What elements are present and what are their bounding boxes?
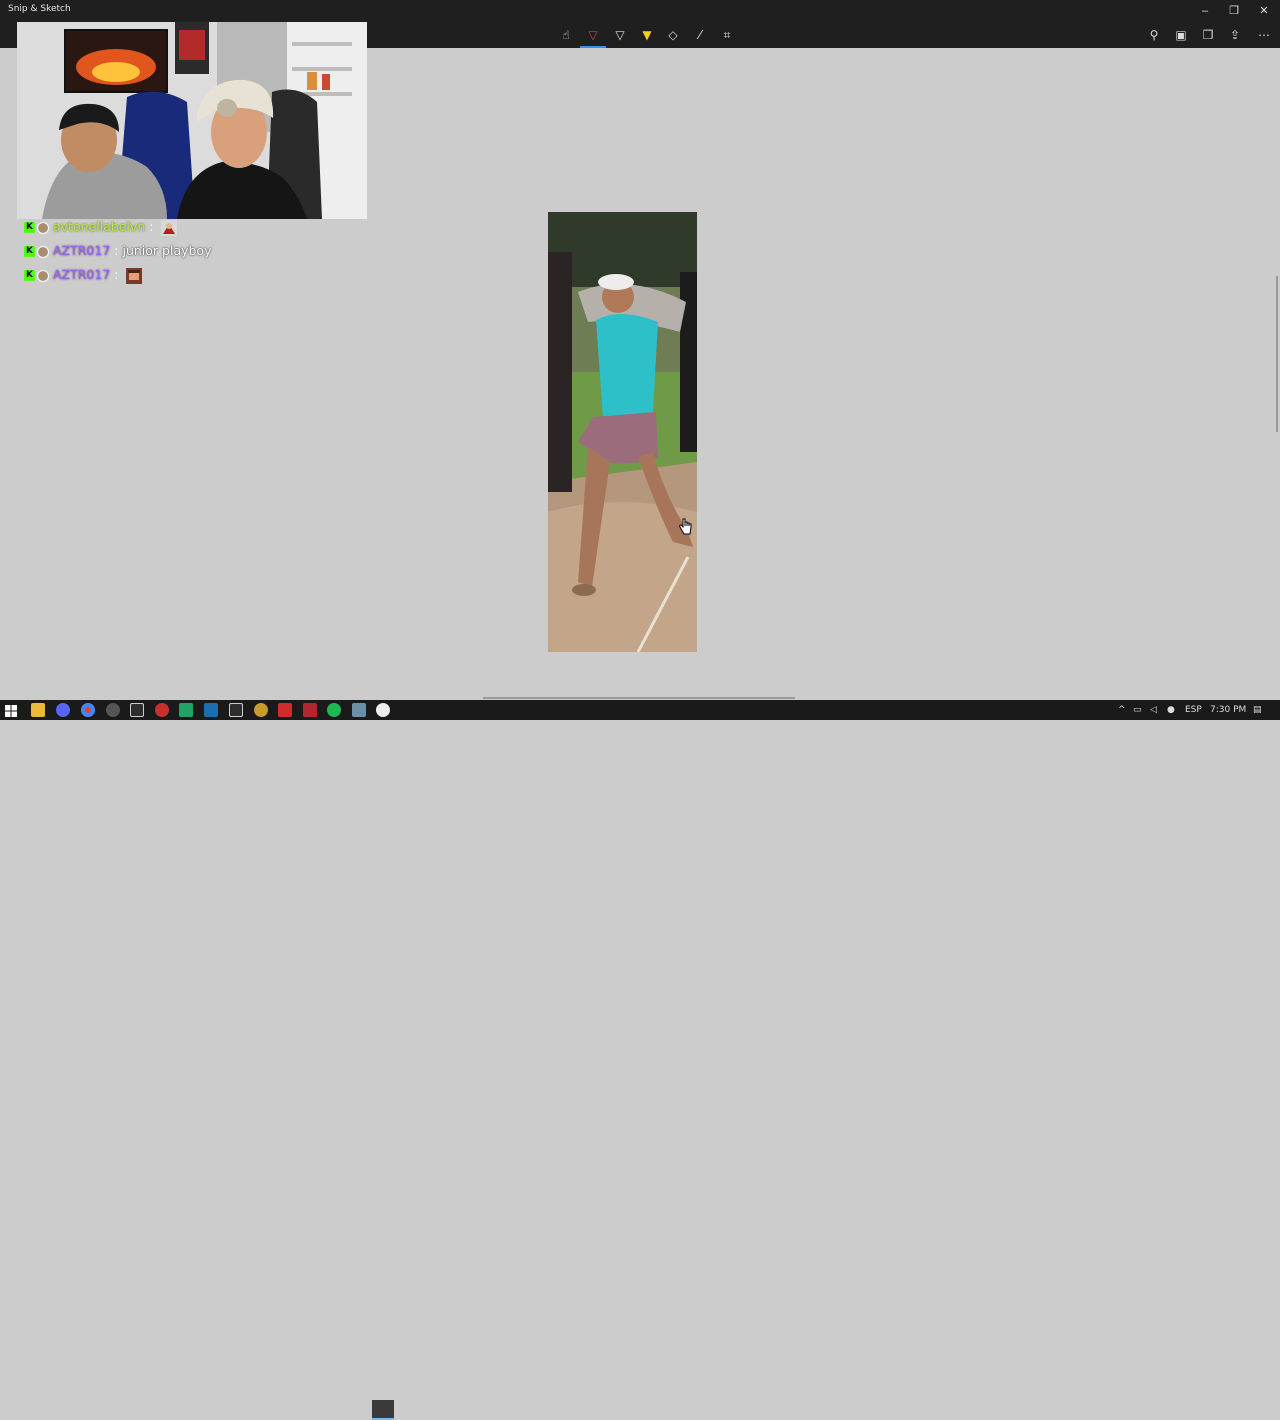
chrome-icon[interactable]	[81, 703, 95, 717]
kick-badge-icon: K	[24, 222, 35, 233]
avatar-badge-icon	[37, 269, 49, 282]
network-icon[interactable]: ▭	[1133, 703, 1142, 717]
chat-username: AZTR017	[53, 243, 111, 258]
video-image	[548, 212, 697, 652]
steam-icon[interactable]	[204, 703, 218, 717]
webcam-image	[17, 22, 367, 219]
notifications-icon[interactable]: ▤	[1253, 703, 1262, 717]
restore-button[interactable]: ❐	[1219, 0, 1249, 22]
ruler-icon[interactable]: ⁄	[691, 27, 709, 43]
more-icon[interactable]: ⋯	[1255, 27, 1273, 43]
chat-message: K AZTR017 : junior playboy	[24, 243, 324, 267]
settings-gear-icon[interactable]	[106, 703, 120, 717]
emote-icon	[161, 219, 178, 236]
close-button[interactable]: ✕	[1249, 0, 1279, 22]
share-icon[interactable]: ⇪	[1226, 27, 1244, 43]
chat-text: junior playboy	[122, 243, 212, 258]
spotify-icon[interactable]	[327, 703, 341, 717]
app-window-icon[interactable]	[130, 703, 144, 717]
save-icon[interactable]: ▣	[1172, 27, 1190, 43]
ballpoint-pen-icon[interactable]: ▽	[580, 27, 606, 48]
microphone-icon[interactable]: ●	[1167, 703, 1175, 717]
media-icon[interactable]	[278, 703, 292, 717]
highlighter-icon[interactable]: ▼	[638, 27, 656, 43]
kick-badge-icon: K	[24, 246, 35, 257]
active-app-indicator[interactable]	[372, 1400, 394, 1420]
kick-badge-icon: K	[24, 270, 35, 281]
chat-username: AZTR017	[53, 267, 111, 282]
chat-message: Kavtonellabelvn :	[24, 219, 324, 243]
chat-separator: :	[114, 267, 119, 282]
webcam-overlay	[17, 22, 367, 219]
windows-start-icon[interactable]	[5, 704, 17, 722]
captured-video-frame	[548, 212, 697, 652]
eraser-icon[interactable]: ◇	[664, 27, 682, 43]
chat-message: K AZTR017 :	[24, 267, 324, 291]
vertical-scrollbar[interactable]	[1276, 276, 1278, 432]
chat-overlay: Kavtonellabelvn : K AZTR017 : junior play…	[24, 219, 324, 291]
code-editor-icon[interactable]	[179, 703, 193, 717]
crop-icon[interactable]: ⌗	[718, 27, 736, 43]
emote-icon	[126, 267, 143, 284]
horizontal-scrollbar[interactable]	[483, 697, 795, 699]
chat-separator: :	[149, 219, 154, 234]
copy-icon[interactable]: ❐	[1199, 27, 1217, 43]
chat-separator: :	[114, 243, 119, 258]
hand-cursor-icon	[679, 518, 692, 535]
zoom-icon[interactable]: ⚲	[1145, 27, 1163, 43]
discord-icon[interactable]	[56, 703, 70, 717]
tray-overflow-icon[interactable]: ^	[1118, 703, 1126, 717]
clock[interactable]: 7:30 PM	[1210, 703, 1246, 717]
minimize-button[interactable]: –	[1190, 0, 1220, 22]
news-icon[interactable]	[303, 703, 317, 717]
language-indicator[interactable]: ESP	[1185, 703, 1202, 717]
opera-icon[interactable]	[155, 703, 169, 717]
avatar-badge-icon	[37, 221, 49, 234]
chat-username: avtonellabelvn	[53, 219, 146, 234]
game-icon[interactable]	[254, 703, 268, 717]
snip-sketch-icon[interactable]	[376, 703, 390, 717]
touch-writing-icon[interactable]: ☝	[557, 27, 575, 43]
taskbar: ^ ▭ ◁ ● ESP 7:30 PM ▤	[0, 700, 1280, 1420]
avatar-badge-icon	[37, 245, 49, 258]
network-app-icon[interactable]	[352, 703, 366, 717]
pencil-icon[interactable]: ▽	[611, 27, 629, 43]
file-explorer-icon[interactable]	[31, 703, 45, 717]
app-window-icon[interactable]	[229, 703, 243, 717]
app-title: Snip & Sketch	[8, 4, 71, 14]
volume-icon[interactable]: ◁	[1150, 703, 1157, 717]
